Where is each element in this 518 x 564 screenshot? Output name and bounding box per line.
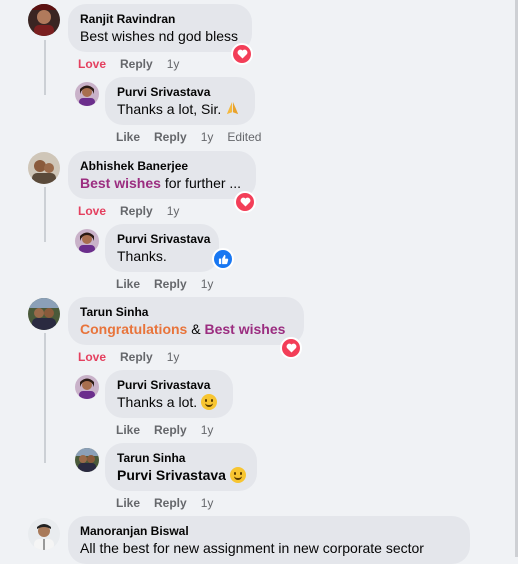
like-button[interactable]: Like [116, 277, 140, 291]
timestamp[interactable]: 1y [201, 423, 214, 437]
reply-button[interactable]: Reply [154, 130, 187, 144]
comment-actions: Like Reply 1y [116, 276, 227, 292]
heart-icon[interactable] [280, 337, 302, 359]
reply-button[interactable]: Reply [120, 204, 153, 218]
comment-bubble: Ranjit Ravindran Best wishes nd god bles… [68, 4, 252, 52]
reply-button[interactable]: Reply [154, 423, 187, 437]
comment-text: Thanks a lot, Sir. [117, 100, 243, 121]
timestamp[interactable]: 1y [201, 130, 214, 144]
reply-bubble: Purvi Srivastava Thanks a lot, Sir. [105, 77, 255, 125]
commenter-name[interactable]: Tarun Sinha [80, 304, 292, 320]
love-reaction-button[interactable]: Love [78, 57, 106, 71]
thumbs-up-icon[interactable] [212, 248, 234, 270]
hashtag-highlight[interactable]: Congratulations [80, 321, 187, 337]
comment-actions: Love Reply 1y [78, 349, 193, 365]
love-reaction-button[interactable]: Love [78, 350, 106, 364]
like-button[interactable]: Like [116, 130, 140, 144]
thread-line [44, 187, 46, 242]
comment-actions: Like Reply 1y [116, 422, 227, 438]
commenter-name[interactable]: Abhishek Banerjee [80, 158, 244, 174]
folded-hands-icon [225, 101, 240, 121]
reply-bubble: Tarun Sinha Purvi Srivastava [105, 443, 257, 491]
comment-actions: Love Reply 1y [78, 203, 193, 219]
comment-actions: Like Reply 1y Edited [116, 129, 275, 145]
avatar[interactable] [75, 375, 99, 399]
avatar[interactable] [28, 4, 60, 36]
heart-icon[interactable] [231, 43, 253, 65]
avatar[interactable] [28, 298, 60, 330]
smiling-face-icon [229, 467, 246, 483]
timestamp[interactable]: 1y [201, 496, 214, 510]
avatar[interactable] [75, 448, 99, 472]
reply-bubble: Purvi Srivastava Thanks. [105, 224, 219, 272]
reply-bubble: Purvi Srivastava Thanks a lot. [105, 370, 233, 418]
reply-button[interactable]: Reply [154, 496, 187, 510]
reply-button[interactable]: Reply [120, 57, 153, 71]
slightly-smiling-face-icon [201, 394, 218, 410]
avatar[interactable] [75, 229, 99, 253]
comment-text: Thanks. [117, 248, 167, 264]
comment-text: Thanks a lot. [117, 393, 221, 412]
commenter-name[interactable]: Purvi Srivastava [117, 84, 243, 100]
mention-link[interactable]: Purvi Srivastava [117, 467, 226, 483]
heart-icon[interactable] [234, 191, 256, 213]
comment-actions: Like Reply 1y [116, 495, 227, 511]
love-reaction-button[interactable]: Love [78, 204, 106, 218]
reply-button[interactable]: Reply [154, 277, 187, 291]
comment-text: Best wishes nd god bless [80, 28, 238, 44]
comment-text: Congratulations & Best wishes [80, 321, 286, 337]
avatar[interactable] [75, 82, 99, 106]
comment-bubble: Tarun Sinha Congratulations & Best wishe… [68, 297, 304, 345]
timestamp[interactable]: 1y [167, 57, 180, 71]
reply-button[interactable]: Reply [120, 350, 153, 364]
timestamp[interactable]: 1y [167, 204, 180, 218]
comment-text: Best wishes for further ... [80, 175, 242, 191]
comment-text: Purvi Srivastava [117, 466, 246, 485]
thread-line [44, 333, 46, 463]
edited-label: Edited [227, 130, 262, 144]
commenter-name[interactable]: Tarun Sinha [117, 450, 245, 466]
comment-actions: Love Reply 1y [78, 56, 193, 72]
timestamp[interactable]: 1y [201, 277, 214, 291]
comment-bubble: Abhishek Banerjee Best wishes for furthe… [68, 151, 256, 199]
like-button[interactable]: Like [116, 496, 140, 510]
commenter-name[interactable]: Purvi Srivastava [117, 377, 221, 393]
hashtag-highlight[interactable]: Best wishes [80, 175, 161, 191]
timestamp[interactable]: 1y [167, 350, 180, 364]
commenter-name[interactable]: Ranjit Ravindran [80, 11, 240, 27]
like-button[interactable]: Like [116, 423, 140, 437]
avatar[interactable] [28, 152, 60, 184]
hashtag-highlight[interactable]: Best wishes [204, 321, 285, 337]
comment-text: All the best for new assignment in new c… [80, 540, 424, 556]
commenter-name[interactable]: Purvi Srivastava [117, 231, 210, 247]
avatar[interactable] [28, 518, 60, 550]
thread-line [44, 40, 46, 95]
commenter-name[interactable]: Manoranjan Biswal [80, 523, 458, 539]
